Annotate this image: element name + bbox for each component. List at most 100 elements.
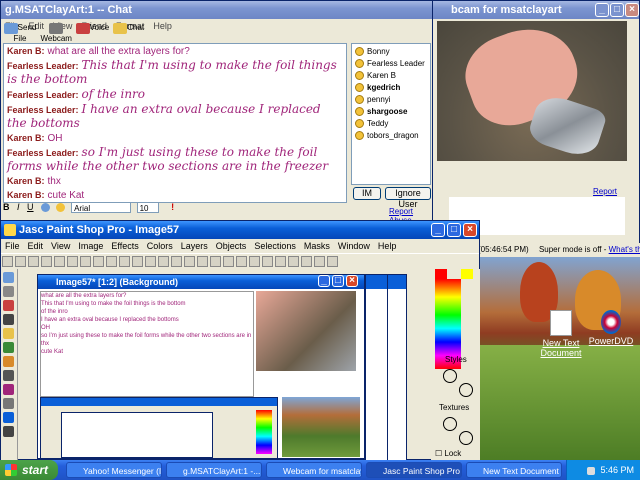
texture-swatch[interactable] bbox=[443, 417, 457, 431]
close-button[interactable]: × bbox=[625, 3, 639, 17]
tool-icon[interactable] bbox=[3, 426, 14, 437]
user-list-item[interactable]: shargoose bbox=[355, 106, 427, 118]
task-paint-shop-pro[interactable]: Jasc Paint Shop Pro -... bbox=[366, 462, 462, 478]
color-icon[interactable] bbox=[41, 203, 51, 213]
minimize-button[interactable]: _ bbox=[595, 3, 609, 17]
psp-toolbar-icon[interactable] bbox=[197, 256, 208, 267]
tool-icon[interactable] bbox=[3, 342, 14, 353]
psp-toolbar-icon[interactable] bbox=[54, 256, 65, 267]
psp-toolbar-icon[interactable] bbox=[327, 256, 338, 267]
user-list-item[interactable]: Teddy bbox=[355, 118, 427, 130]
psp-menu-item[interactable]: Selections bbox=[254, 241, 296, 251]
psp-menu-item[interactable]: Image bbox=[78, 241, 103, 251]
tool-icon[interactable] bbox=[3, 384, 14, 395]
task-webcam[interactable]: Webcam for msatclay... bbox=[266, 462, 362, 478]
psp-menu-item[interactable]: Objects bbox=[216, 241, 247, 251]
desktop-icon-powerdvd[interactable]: PowerDVD bbox=[582, 310, 640, 346]
psp-toolbar-icon[interactable] bbox=[15, 256, 26, 267]
maximize-button[interactable]: □ bbox=[447, 223, 461, 237]
chat-button[interactable]: Chat bbox=[112, 23, 146, 34]
psp-toolbar-icon[interactable] bbox=[288, 256, 299, 267]
lock-checkbox[interactable]: ☐ Lock bbox=[435, 449, 461, 458]
psp-toolbar-icon[interactable] bbox=[223, 256, 234, 267]
chat-log[interactable]: Karen B: what are all the extra layers fo… bbox=[3, 43, 347, 203]
user-list-item[interactable]: kgedrich bbox=[355, 82, 427, 94]
texture-swatch[interactable] bbox=[459, 431, 473, 445]
send-file-button[interactable]: Send File bbox=[3, 23, 37, 43]
whats-this-link[interactable]: What's this? bbox=[609, 245, 640, 254]
psp-toolbar-icon[interactable] bbox=[301, 256, 312, 267]
bold-button[interactable]: B bbox=[3, 202, 10, 212]
psp-menu-item[interactable]: Edit bbox=[28, 241, 44, 251]
tool-icon[interactable] bbox=[3, 300, 14, 311]
im-button[interactable]: IM bbox=[353, 187, 381, 200]
font-name-select[interactable]: Arial bbox=[71, 202, 132, 214]
user-list-item[interactable]: Fearless Leader bbox=[355, 58, 427, 70]
psp-toolbar-icon[interactable] bbox=[106, 256, 117, 267]
user-list-item[interactable]: tobors_dragon bbox=[355, 130, 427, 142]
nested-wallpaper bbox=[282, 397, 360, 457]
psp-toolbar-icon[interactable] bbox=[2, 256, 13, 267]
task-yahoo-messenger[interactable]: Yahoo! Messenger (I... bbox=[66, 462, 162, 478]
styles-swatch[interactable] bbox=[459, 383, 473, 397]
psp-toolbar-icon[interactable] bbox=[236, 256, 247, 267]
tool-icon[interactable] bbox=[3, 398, 14, 409]
psp-menu-item[interactable]: View bbox=[51, 241, 70, 251]
user-list-item[interactable]: Bonny bbox=[355, 46, 427, 58]
psp-toolbar-icon[interactable] bbox=[262, 256, 273, 267]
psp-menu-item[interactable]: Masks bbox=[304, 241, 330, 251]
psp-menu-item[interactable]: Layers bbox=[181, 241, 208, 251]
font-size-select[interactable]: 10 bbox=[136, 202, 159, 214]
psp-menu-item[interactable]: Help bbox=[378, 241, 397, 251]
psp-toolbar-icon[interactable] bbox=[158, 256, 169, 267]
tool-icon[interactable] bbox=[3, 286, 14, 297]
psp-toolbar-icon[interactable] bbox=[93, 256, 104, 267]
background-color-swatch[interactable] bbox=[461, 269, 473, 279]
psp-menu-item[interactable]: Colors bbox=[147, 241, 173, 251]
psp-toolbar-icon[interactable] bbox=[28, 256, 39, 267]
styles-swatch[interactable] bbox=[443, 369, 457, 383]
tool-icon[interactable] bbox=[3, 272, 14, 283]
close-button[interactable]: × bbox=[346, 275, 358, 287]
tool-icon[interactable] bbox=[3, 328, 14, 339]
psp-toolbar-icon[interactable] bbox=[314, 256, 325, 267]
psp-toolbar-icon[interactable] bbox=[67, 256, 78, 267]
psp-toolbar-icon[interactable] bbox=[275, 256, 286, 267]
psp-toolbar-icon[interactable] bbox=[249, 256, 260, 267]
psp-menu-item[interactable]: File bbox=[5, 241, 20, 251]
tool-icon[interactable] bbox=[3, 314, 14, 325]
psp-toolbar-icon[interactable] bbox=[171, 256, 182, 267]
underline-button[interactable]: U bbox=[27, 202, 34, 212]
tray-icon[interactable] bbox=[586, 466, 595, 475]
user-list[interactable]: Bonny Fearless Leader Karen B kgedrich penny… bbox=[351, 43, 431, 185]
psp-toolbar-icon[interactable] bbox=[80, 256, 91, 267]
close-button[interactable]: × bbox=[463, 223, 477, 237]
italic-button[interactable]: I bbox=[17, 202, 20, 212]
maximize-button[interactable]: □ bbox=[610, 3, 624, 17]
user-list-item[interactable]: pennyi bbox=[355, 94, 427, 106]
tool-icon[interactable] bbox=[3, 370, 14, 381]
minimize-button[interactable]: _ bbox=[431, 223, 445, 237]
psp-toolbar-icon[interactable] bbox=[132, 256, 143, 267]
tool-icon[interactable] bbox=[3, 412, 14, 423]
psp-toolbar-icon[interactable] bbox=[210, 256, 221, 267]
psp-toolbar-icon[interactable] bbox=[184, 256, 195, 267]
webcam-button[interactable]: Webcam bbox=[39, 23, 73, 43]
minimize-button[interactable]: _ bbox=[318, 275, 330, 287]
user-list-item[interactable]: Karen B bbox=[355, 70, 427, 82]
tool-icon[interactable] bbox=[3, 356, 14, 367]
foreground-color-swatch[interactable] bbox=[435, 269, 447, 279]
voice-button[interactable]: Voice bbox=[75, 23, 109, 34]
buzz-icon[interactable]: ! bbox=[171, 202, 174, 212]
ignore-user-button[interactable]: Ignore User bbox=[385, 187, 431, 209]
psp-menu-item[interactable]: Window bbox=[338, 241, 370, 251]
emoticon-icon[interactable] bbox=[55, 203, 65, 213]
psp-toolbar-icon[interactable] bbox=[145, 256, 156, 267]
start-button[interactable]: start bbox=[0, 460, 58, 480]
psp-menu-item[interactable]: Effects bbox=[111, 241, 138, 251]
psp-toolbar-icon[interactable] bbox=[41, 256, 52, 267]
task-new-text-document[interactable]: New Text Document ... bbox=[466, 462, 562, 478]
task-chat-window[interactable]: g.MSATClayArt:1 -... bbox=[166, 462, 262, 478]
maximize-button[interactable]: □ bbox=[332, 275, 344, 287]
psp-toolbar-icon[interactable] bbox=[119, 256, 130, 267]
